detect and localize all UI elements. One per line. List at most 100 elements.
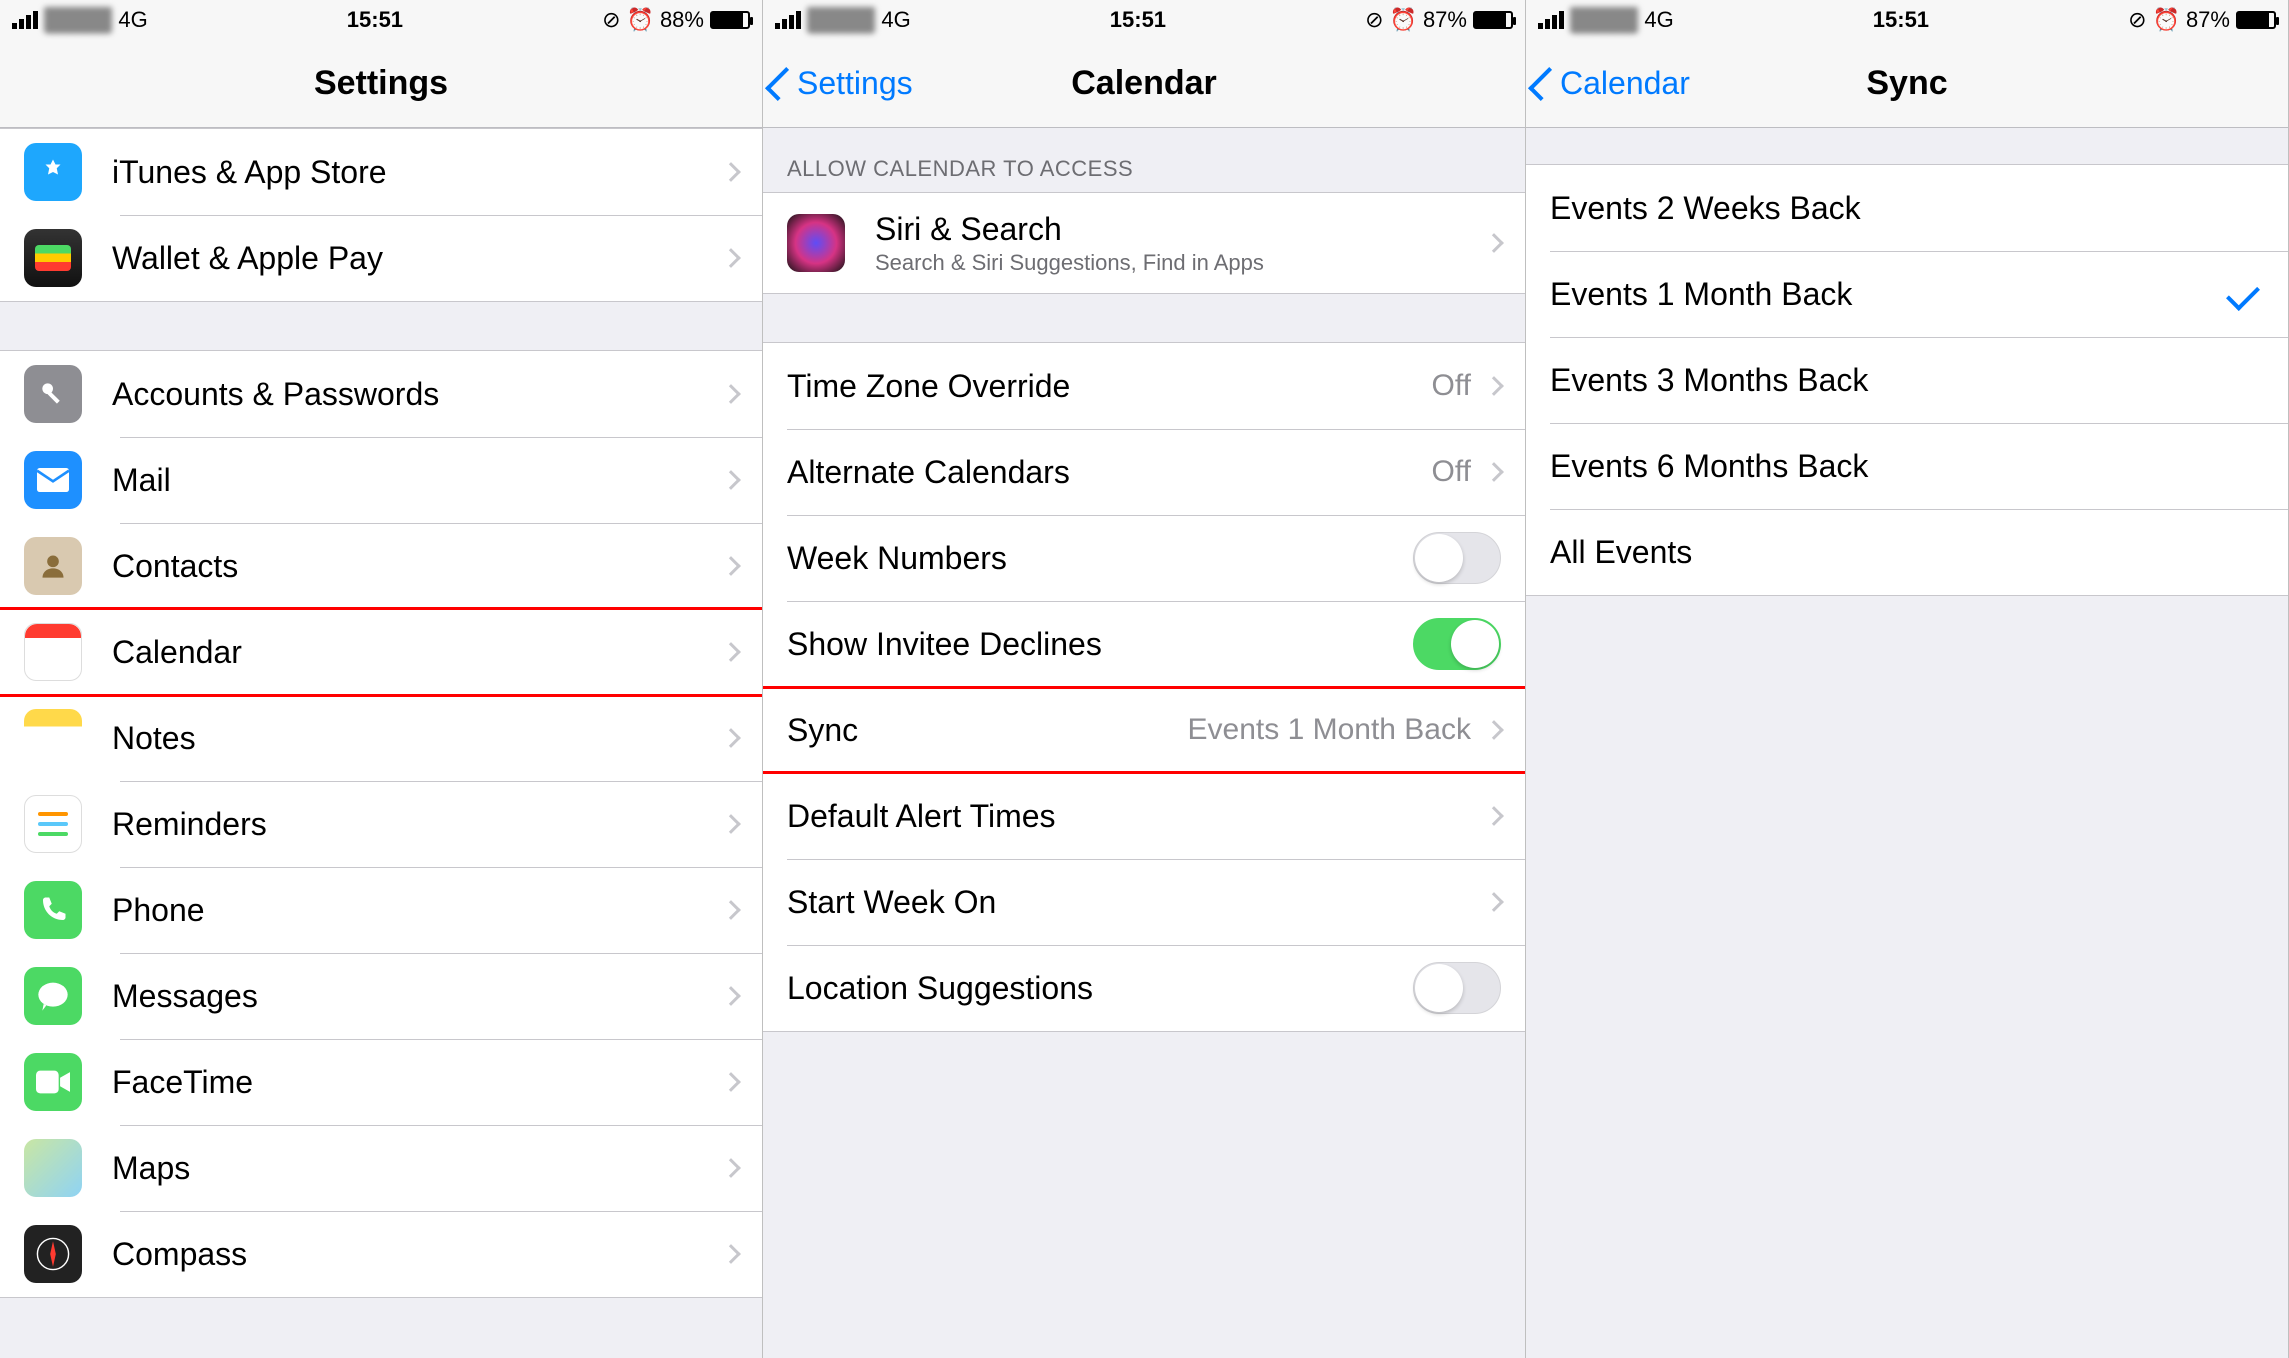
chevron-left-icon bbox=[765, 67, 799, 101]
option-6-months[interactable]: Events 6 Months Back bbox=[1526, 423, 2288, 509]
calendar-settings-list[interactable]: Allow Calendar to Access Siri & Search S… bbox=[763, 128, 1525, 1358]
status-bar: ████ 4G 15:51 ⊘ ⏰ 87% bbox=[1526, 0, 2288, 40]
chevron-right-icon bbox=[1484, 462, 1504, 482]
chevron-right-icon bbox=[1484, 892, 1504, 912]
carrier-label: ████ bbox=[1570, 7, 1638, 33]
battery-icon bbox=[1473, 11, 1513, 29]
option-3-months[interactable]: Events 3 Months Back bbox=[1526, 337, 2288, 423]
compass-icon bbox=[24, 1225, 82, 1283]
chevron-right-icon bbox=[721, 986, 741, 1006]
page-title: Settings bbox=[0, 64, 762, 103]
row-timezone-override[interactable]: Time Zone Override Off bbox=[763, 343, 1525, 429]
row-label: Phone bbox=[112, 892, 720, 929]
row-location-suggestions[interactable]: Location Suggestions bbox=[763, 945, 1525, 1031]
row-alternate-calendars[interactable]: Alternate Calendars Off bbox=[763, 429, 1525, 515]
row-value: Off bbox=[1432, 369, 1471, 403]
chevron-right-icon bbox=[721, 1158, 741, 1178]
row-accounts-passwords[interactable]: Accounts & Passwords bbox=[0, 351, 762, 437]
chevron-left-icon bbox=[1528, 67, 1562, 101]
chevron-right-icon bbox=[721, 470, 741, 490]
row-contacts[interactable]: Contacts bbox=[0, 523, 762, 609]
status-time: 15:51 bbox=[1873, 7, 1929, 33]
facetime-icon bbox=[24, 1053, 82, 1111]
row-label: Show Invitee Declines bbox=[787, 626, 1413, 663]
chevron-right-icon bbox=[1484, 233, 1504, 253]
back-button[interactable]: Settings bbox=[763, 65, 913, 102]
signal-icon bbox=[1538, 11, 1564, 29]
settings-list[interactable]: iTunes & App Store Wallet & Apple Pay Ac… bbox=[0, 128, 762, 1358]
row-subtitle: Search & Siri Suggestions, Find in Apps bbox=[875, 250, 1483, 276]
screen-settings: ████ 4G 15:51 ⊘ ⏰ 88% Settings iTunes & … bbox=[0, 0, 763, 1358]
location-suggestions-toggle[interactable] bbox=[1413, 962, 1501, 1014]
carrier-label: ████ bbox=[44, 7, 112, 33]
wallet-icon bbox=[24, 229, 82, 287]
row-itunes-appstore[interactable]: iTunes & App Store bbox=[0, 129, 762, 215]
invitee-declines-toggle[interactable] bbox=[1413, 618, 1501, 670]
row-show-invitee-declines[interactable]: Show Invitee Declines bbox=[763, 601, 1525, 687]
screen-sync: ████ 4G 15:51 ⊘ ⏰ 87% Calendar Sync Even… bbox=[1526, 0, 2289, 1358]
network-label: 4G bbox=[118, 7, 147, 33]
row-start-week-on[interactable]: Start Week On bbox=[763, 859, 1525, 945]
maps-icon bbox=[24, 1139, 82, 1197]
signal-icon bbox=[775, 11, 801, 29]
battery-pct: 87% bbox=[1423, 7, 1467, 33]
row-notes[interactable]: Notes bbox=[0, 695, 762, 781]
row-label: Start Week On bbox=[787, 884, 1483, 921]
chevron-right-icon bbox=[1484, 720, 1504, 740]
row-label: Messages bbox=[112, 978, 720, 1015]
row-label: Maps bbox=[112, 1150, 720, 1187]
status-bar: ████ 4G 15:51 ⊘ ⏰ 88% bbox=[0, 0, 762, 40]
option-all-events[interactable]: All Events bbox=[1526, 509, 2288, 595]
battery-pct: 87% bbox=[2186, 7, 2230, 33]
row-default-alert-times[interactable]: Default Alert Times bbox=[763, 773, 1525, 859]
chevron-right-icon bbox=[721, 1072, 741, 1092]
row-week-numbers[interactable]: Week Numbers bbox=[763, 515, 1525, 601]
row-label: Contacts bbox=[112, 548, 720, 585]
row-wallet[interactable]: Wallet & Apple Pay bbox=[0, 215, 762, 301]
row-label: Location Suggestions bbox=[787, 970, 1413, 1007]
row-label: Reminders bbox=[112, 806, 720, 843]
chevron-right-icon bbox=[721, 162, 741, 182]
row-sync[interactable]: Sync Events 1 Month Back bbox=[763, 687, 1525, 773]
row-compass[interactable]: Compass bbox=[0, 1211, 762, 1297]
notes-icon bbox=[24, 709, 82, 767]
row-label: Sync bbox=[787, 712, 1188, 749]
siri-icon bbox=[787, 214, 845, 272]
row-calendar[interactable]: Calendar bbox=[0, 609, 762, 695]
nav-bar: Settings Calendar bbox=[763, 40, 1525, 128]
back-button[interactable]: Calendar bbox=[1526, 65, 1690, 102]
appstore-icon bbox=[24, 143, 82, 201]
row-siri-search[interactable]: Siri & Search Search & Siri Suggestions,… bbox=[763, 193, 1525, 293]
row-facetime[interactable]: FaceTime bbox=[0, 1039, 762, 1125]
week-numbers-toggle[interactable] bbox=[1413, 532, 1501, 584]
carrier-label: ████ bbox=[807, 7, 875, 33]
rotation-lock-icon: ⊘ bbox=[602, 7, 620, 33]
row-mail[interactable]: Mail bbox=[0, 437, 762, 523]
row-value: Events 1 Month Back bbox=[1188, 713, 1471, 747]
sync-options-list[interactable]: Events 2 Weeks Back Events 1 Month Back … bbox=[1526, 128, 2288, 1358]
row-messages[interactable]: Messages bbox=[0, 953, 762, 1039]
chevron-right-icon bbox=[1484, 806, 1504, 826]
row-label: Calendar bbox=[112, 634, 720, 671]
chevron-right-icon bbox=[721, 1244, 741, 1264]
battery-icon bbox=[2236, 11, 2276, 29]
signal-icon bbox=[12, 11, 38, 29]
row-label: Notes bbox=[112, 720, 720, 757]
row-label: Time Zone Override bbox=[787, 368, 1432, 405]
row-maps[interactable]: Maps bbox=[0, 1125, 762, 1211]
option-label: Events 3 Months Back bbox=[1550, 362, 2264, 399]
status-bar: ████ 4G 15:51 ⊘ ⏰ 87% bbox=[763, 0, 1525, 40]
calendar-icon bbox=[24, 623, 82, 681]
option-1-month[interactable]: Events 1 Month Back bbox=[1526, 251, 2288, 337]
option-label: Events 6 Months Back bbox=[1550, 448, 2264, 485]
row-label: Alternate Calendars bbox=[787, 454, 1432, 491]
chevron-right-icon bbox=[721, 814, 741, 834]
chevron-right-icon bbox=[721, 642, 741, 662]
row-label: Compass bbox=[112, 1236, 720, 1273]
screen-calendar: ████ 4G 15:51 ⊘ ⏰ 87% Settings Calendar … bbox=[763, 0, 1526, 1358]
option-label: Events 1 Month Back bbox=[1550, 276, 2228, 313]
option-2-weeks[interactable]: Events 2 Weeks Back bbox=[1526, 165, 2288, 251]
row-reminders[interactable]: Reminders bbox=[0, 781, 762, 867]
row-phone[interactable]: Phone bbox=[0, 867, 762, 953]
network-label: 4G bbox=[1644, 7, 1673, 33]
